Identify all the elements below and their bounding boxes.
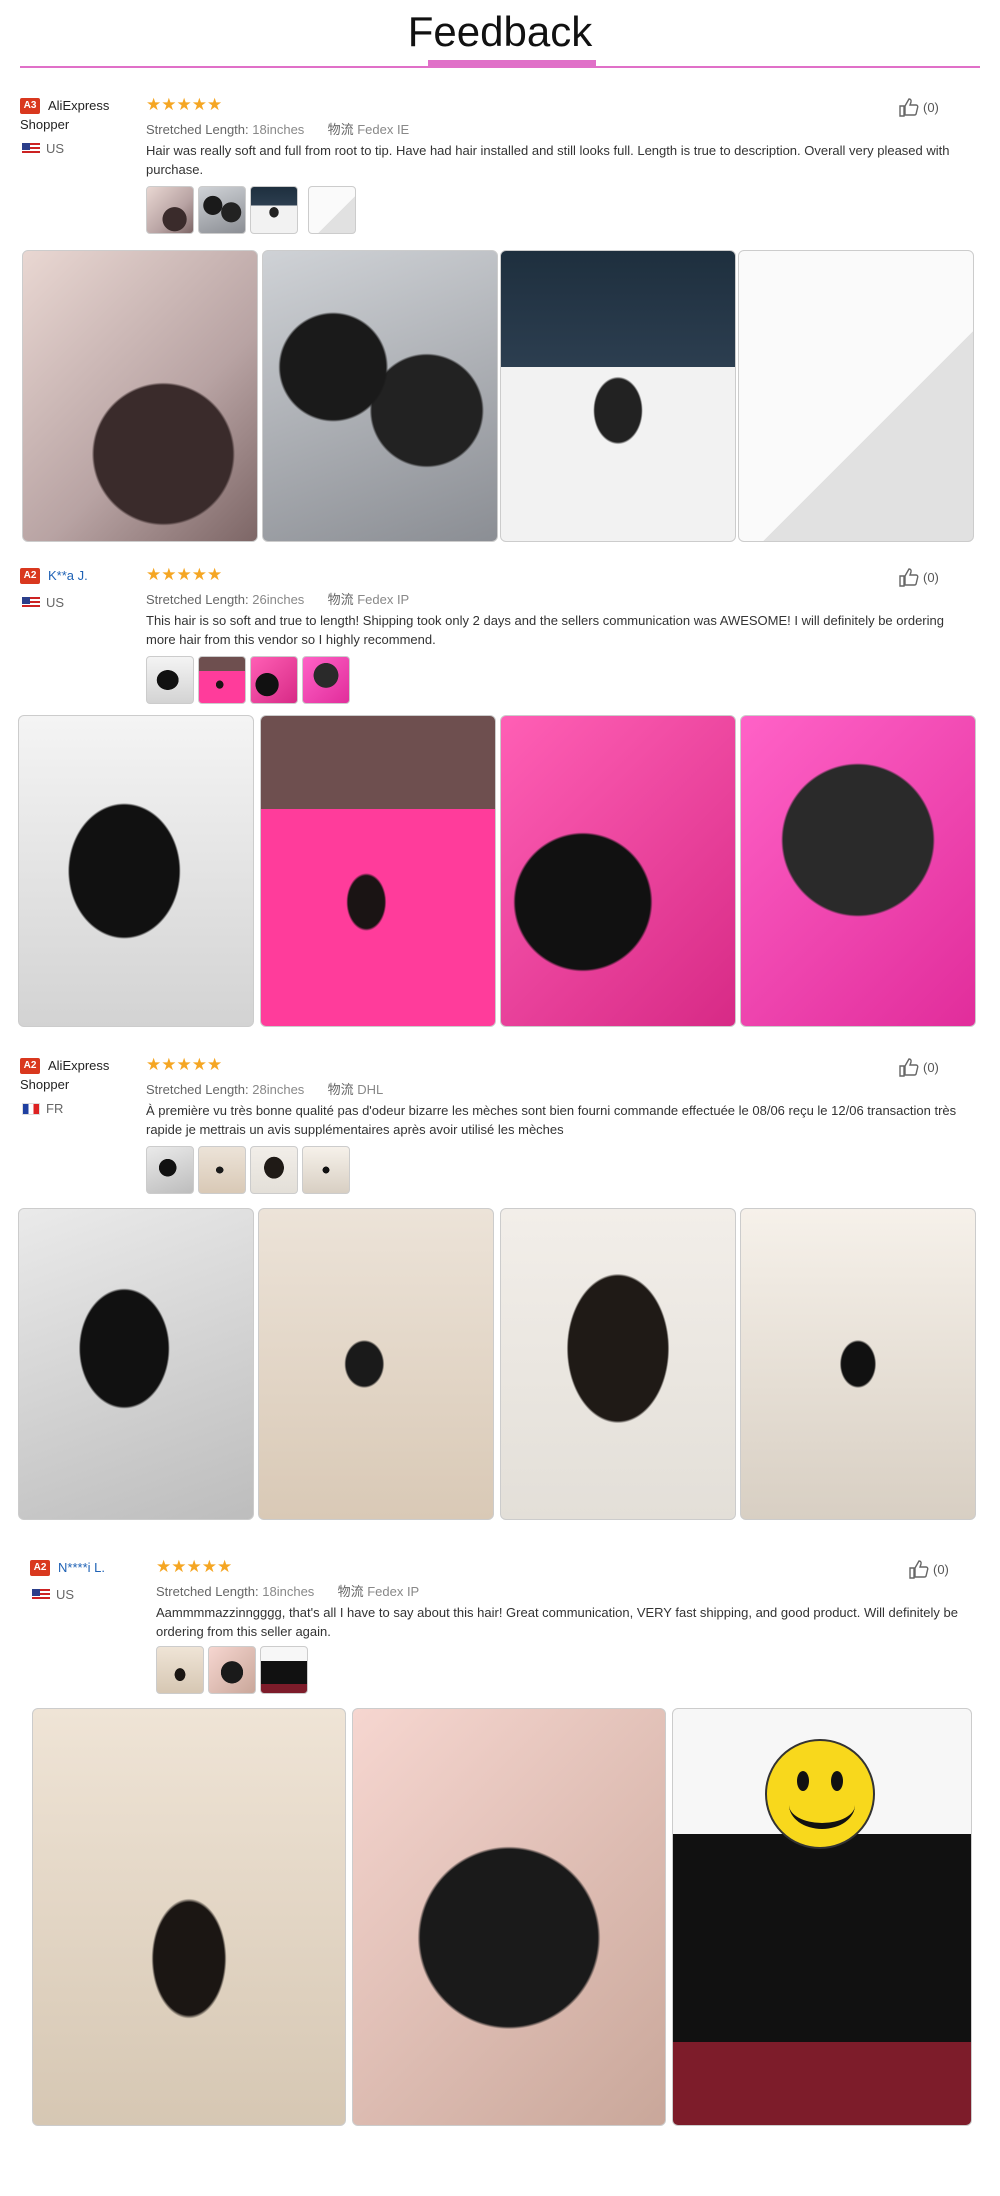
helpful-count: (0) [923, 1059, 939, 1075]
review-meta: Stretched Length: 26inches 物流 Fedex IP [146, 589, 409, 608]
length-label: Stretched Length: [146, 122, 249, 137]
review-thumbnail[interactable] [260, 1646, 308, 1694]
length-value: 18inches [252, 122, 305, 137]
helpful-button[interactable]: (0) [908, 1559, 949, 1579]
thumbs-up-icon [899, 98, 919, 117]
review-photo[interactable] [672, 1708, 972, 2126]
rating-stars: ★★★★★ [146, 1055, 223, 1074]
review-meta: Stretched Length: 18inches 物流 Fedex IP [156, 1581, 419, 1600]
reviewer-name: N****i L. [58, 1560, 105, 1575]
review-photo[interactable] [352, 1708, 666, 2126]
review-thumbnail[interactable] [208, 1646, 256, 1694]
buyer-level-badge: A2 [20, 568, 40, 584]
page-title: Feedback [407, 8, 593, 55]
us-flag-icon [22, 143, 40, 155]
review-thumbnails [146, 186, 360, 234]
smiley-face-icon [765, 1739, 875, 1849]
shipping-value: Fedex IP [357, 592, 410, 607]
review-thumbnail[interactable] [156, 1646, 204, 1694]
reviewer-country: US [46, 141, 65, 156]
shipping-label: 物流 [327, 592, 354, 607]
thumbs-up-icon [899, 568, 919, 587]
review-thumbnail[interactable] [302, 656, 350, 704]
review-photo[interactable] [500, 1208, 736, 1520]
shipping-value: Fedex IE [357, 122, 410, 137]
review-meta: Stretched Length: 18inches 物流 Fedex IE [146, 119, 409, 138]
reviewer-name: K**a J. [48, 568, 88, 583]
shipping-value: Fedex IP [367, 1584, 420, 1599]
header-divider [20, 66, 980, 68]
review-thumbnail[interactable] [302, 1146, 350, 1194]
review-thumbnail[interactable] [250, 186, 298, 234]
review-thumbnail[interactable] [308, 186, 356, 234]
shipping-label: 物流 [337, 1584, 364, 1599]
rating-stars: ★★★★★ [146, 95, 223, 114]
thumbs-up-icon [909, 1560, 929, 1579]
reviewer-country: US [56, 1587, 75, 1602]
review-thumbnail[interactable] [198, 1146, 246, 1194]
shipping-label: 物流 [327, 1082, 354, 1097]
review-photo[interactable] [262, 250, 498, 542]
review-comment: Aammmmazzinngggg, that's all I have to s… [156, 1605, 958, 1639]
length-label: Stretched Length: [146, 592, 249, 607]
review-photo[interactable] [740, 715, 976, 1027]
review-comment: This hair is so soft and true to length!… [146, 613, 944, 647]
review-photo[interactable] [18, 1208, 254, 1520]
reviewer-country: FR [46, 1101, 64, 1116]
review-meta: Stretched Length: 28inches 物流 DHL [146, 1079, 383, 1098]
rating-stars: ★★★★★ [146, 565, 223, 584]
us-flag-icon [22, 597, 40, 609]
helpful-count: (0) [933, 1561, 949, 1577]
feedback-header: Feedback [0, 0, 1000, 70]
review-thumbnail[interactable] [146, 656, 194, 704]
rating-stars: ★★★★★ [156, 1557, 233, 1576]
review-thumbnail[interactable] [146, 186, 194, 234]
review-thumbnails [146, 1146, 354, 1194]
helpful-button[interactable]: (0) [898, 567, 939, 587]
length-value: 28inches [252, 1082, 305, 1097]
buyer-level-badge: A2 [30, 1560, 50, 1576]
helpful-button[interactable]: (0) [898, 97, 939, 117]
thumbs-up-icon [899, 1058, 919, 1077]
review-thumbnail[interactable] [250, 656, 298, 704]
length-value: 26inches [252, 592, 305, 607]
review-thumbnails [156, 1646, 312, 1694]
review-photo[interactable] [500, 250, 736, 542]
review-thumbnail[interactable] [198, 186, 246, 234]
review-photo[interactable] [738, 250, 974, 542]
length-label: Stretched Length: [146, 1082, 249, 1097]
review-photo[interactable] [258, 1208, 494, 1520]
review-photo[interactable] [260, 715, 496, 1027]
shipping-label: 物流 [327, 122, 354, 137]
reviewer-name: AliExpress Shopper [20, 1058, 110, 1092]
review-thumbnail[interactable] [250, 1146, 298, 1194]
review-photo[interactable] [740, 1208, 976, 1520]
helpful-count: (0) [923, 569, 939, 585]
shipping-value: DHL [357, 1082, 384, 1097]
review-thumbnail[interactable] [146, 1146, 194, 1194]
review-thumbnails [146, 656, 354, 704]
review-thumbnail[interactable] [198, 656, 246, 704]
review-photo[interactable] [500, 715, 736, 1027]
review-photo[interactable] [22, 250, 258, 542]
helpful-count: (0) [923, 99, 939, 115]
review-photo[interactable] [18, 715, 254, 1027]
review-comment: Hair was really soft and full from root … [146, 143, 950, 177]
length-value: 18inches [262, 1584, 315, 1599]
review-photo[interactable] [32, 1708, 346, 2126]
reviewer-name: AliExpress Shopper [20, 98, 110, 132]
fr-flag-icon [22, 1103, 40, 1115]
length-label: Stretched Length: [156, 1584, 259, 1599]
reviewer-country: US [46, 595, 65, 610]
us-flag-icon [32, 1589, 50, 1601]
review-comment: À première vu très bonne qualité pas d'o… [146, 1103, 957, 1137]
helpful-button[interactable]: (0) [898, 1057, 939, 1077]
